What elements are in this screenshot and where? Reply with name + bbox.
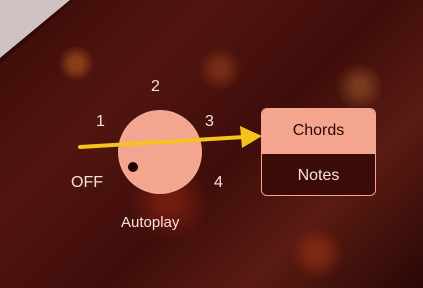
mode-segmented-control: Chords Notes <box>261 108 376 196</box>
chords-button[interactable]: Chords <box>262 109 375 153</box>
dial-label-4: 4 <box>214 174 223 191</box>
dial-label-1: 1 <box>96 113 105 130</box>
dial-label-3: 3 <box>205 113 214 130</box>
knob-indicator-dot <box>128 162 138 172</box>
autoplay-panel: 2 1 3 OFF 4 Autoplay Chords Notes <box>0 0 423 288</box>
dial-label-off: OFF <box>71 174 103 191</box>
dial-label-2: 2 <box>151 78 160 95</box>
autoplay-label: Autoplay <box>121 214 180 231</box>
autoplay-knob[interactable] <box>118 110 202 194</box>
notes-button[interactable]: Notes <box>262 153 375 195</box>
